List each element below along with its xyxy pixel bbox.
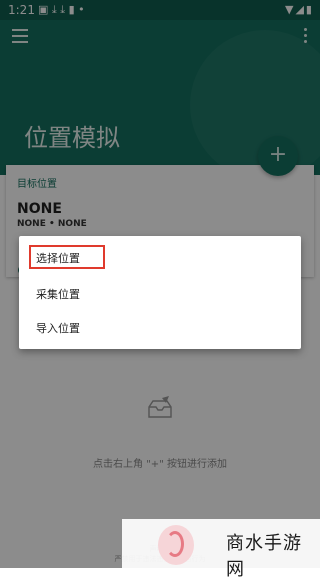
watermark-brand: 商水手游网 <box>226 533 302 580</box>
import-location-option[interactable]: 导入位置 <box>36 320 80 336</box>
watermark: 商水手游网 <box>122 519 320 580</box>
collect-location-option[interactable]: 采集位置 <box>36 286 80 302</box>
watermark-logo-icon <box>158 525 194 565</box>
location-source-dialog: 选择位置 采集位置 导入位置 <box>19 236 301 349</box>
select-location-option[interactable]: 选择位置 <box>36 250 80 266</box>
